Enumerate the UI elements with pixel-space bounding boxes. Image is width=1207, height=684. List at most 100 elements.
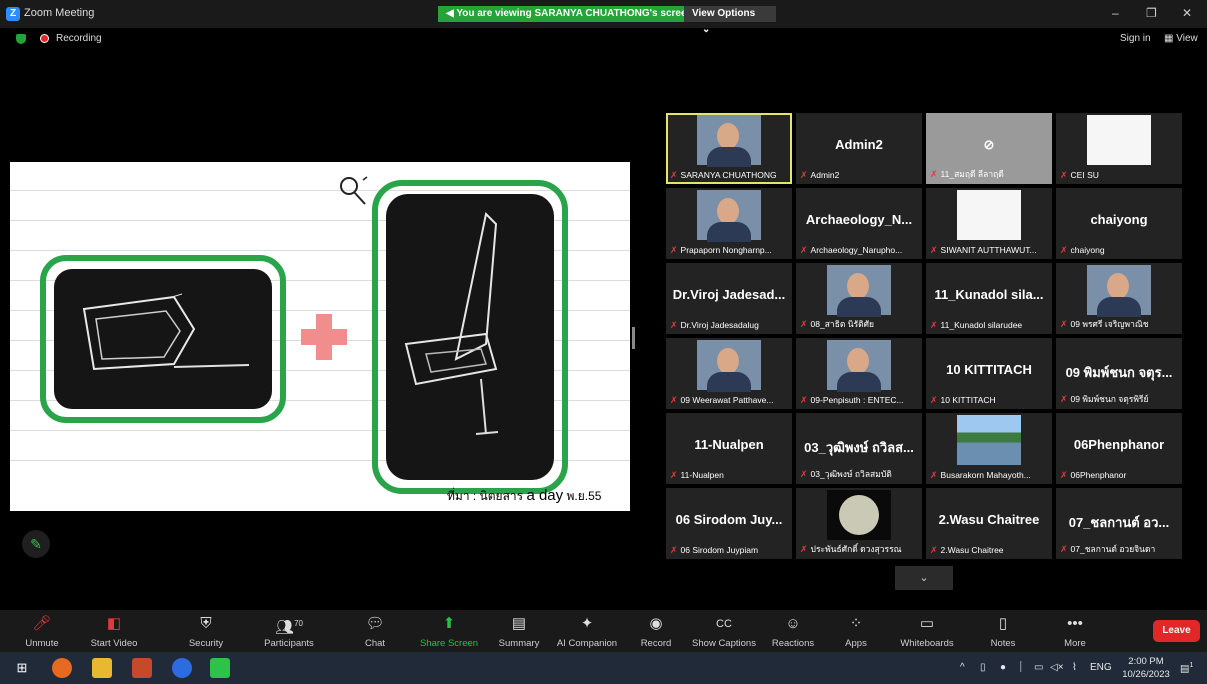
powerpoint-icon[interactable] xyxy=(132,658,152,678)
participant-tile[interactable]: 2.Wasu Chaitree ✗ 2.Wasu Chaitree xyxy=(926,488,1052,559)
participant-tile[interactable]: ✗ SARANYA CHUATHONG xyxy=(666,113,792,184)
share-screen-button[interactable]: ⬆ Share Screen xyxy=(419,610,479,652)
participant-tile[interactable]: Dr.Viroj Jadesad... ✗ Dr.Viroj Jadesadalug xyxy=(666,263,792,334)
close-button[interactable]: ✕ xyxy=(1182,6,1192,20)
participant-tile[interactable]: 06 Sirodom Juy... ✗ 06 Sirodom Juypiam xyxy=(666,488,792,559)
participant-name-label: ✗ 09 Weerawat Patthave... xyxy=(670,395,788,406)
participant-tile[interactable]: 03_วุฒิพงษ์ ถวิลส... ✗ 03_วุฒิพงษ์ ถวิลสมบ… xyxy=(796,413,922,484)
emoji-icon: ☺ xyxy=(785,615,801,632)
annotate-pen-icon[interactable]: ✎ xyxy=(22,530,50,558)
participant-name-label: ✗ Archaeology_Narupho... xyxy=(800,245,918,256)
participant-name-label: ✗ 2.Wasu Chaitree xyxy=(930,545,1048,556)
zoom-app-icon[interactable] xyxy=(172,658,192,678)
chat-button[interactable]: 💬︎ Chat xyxy=(360,610,390,652)
desk-sketch-frame xyxy=(40,255,286,423)
participant-name: 09 พรศรี เจริญพาณิช xyxy=(1070,319,1149,329)
minimize-button[interactable]: – xyxy=(1112,6,1119,20)
participant-name-label: ✗ 09 พิมพ์ชนก จตุรพิรีย์ xyxy=(1060,392,1178,406)
participant-tile[interactable]: Archaeology_N... ✗ Archaeology_Narupho... xyxy=(796,188,922,259)
whiteboard-icon: ▭ xyxy=(919,615,935,632)
battery-icon[interactable]: ▭ xyxy=(1034,662,1043,673)
participant-tile[interactable]: ✗ 08_สาธิต นิรัติศัย xyxy=(796,263,922,334)
more-button[interactable]: ••• More xyxy=(1060,610,1090,652)
view-options-button[interactable]: View Options ⌄ xyxy=(684,6,776,35)
sign-in-link[interactable]: Sign in xyxy=(1120,33,1151,44)
participant-tile[interactable]: ✗ Busarakorn Mahayoth... xyxy=(926,413,1052,484)
restore-button[interactable]: ❐ xyxy=(1146,6,1157,20)
participant-tile[interactable]: Admin2 ✗ Admin2 xyxy=(796,113,922,184)
system-clock[interactable]: 2:00 PM 10/26/2023 xyxy=(1118,655,1174,681)
next-page-button[interactable]: ⌄ xyxy=(895,566,953,590)
participant-name-label: ✗ 07_ชลกานต์ อวยจินดา xyxy=(1060,542,1178,556)
muted-mic-icon: ✗ xyxy=(1060,170,1068,180)
participant-display-name: 07_ชลกานต์ อว... xyxy=(1068,515,1170,530)
apps-button[interactable]: ⁘ Apps xyxy=(840,610,872,652)
view-button[interactable]: ▦ View xyxy=(1164,33,1198,44)
line-app-icon[interactable] xyxy=(210,658,230,678)
muted-mic-icon: ✗ xyxy=(670,545,678,555)
reactions-button[interactable]: ☺ Reactions xyxy=(770,610,816,652)
participant-display-name: Dr.Viroj Jadesad... xyxy=(672,287,786,302)
participant-video xyxy=(1087,265,1151,317)
participant-tile[interactable]: ✗ ประพันธ์ศักดิ์ ดวงสุวรรณ xyxy=(796,488,922,559)
leave-button[interactable]: Leave xyxy=(1153,620,1200,642)
tray-app-icon[interactable]: ▯ xyxy=(980,662,986,673)
start-video-button[interactable]: ◧ Start Video xyxy=(86,610,142,652)
participant-tile[interactable]: 11_Kunadol sila... ✗ 11_Kunadol silarudee xyxy=(926,263,1052,334)
participant-tile[interactable]: 09 พิมพ์ชนก จตุร... ✗ 09 พิมพ์ชนก จตุรพิรี… xyxy=(1056,338,1182,409)
participant-name: 11_Kunadol silarudee xyxy=(940,320,1023,330)
windows-start-icon[interactable]: ⊞ xyxy=(12,658,32,678)
participant-name-label: ✗ 06 Sirodom Juypiam xyxy=(670,545,788,556)
muted-mic-icon: ✗ xyxy=(930,545,938,555)
participant-tile[interactable]: ✗ Prapaporn Nongharnp... xyxy=(666,188,792,259)
participant-tile[interactable]: ✗ CEI SU xyxy=(1056,113,1182,184)
language-indicator[interactable]: ENG xyxy=(1090,662,1112,673)
participant-name: 06Phenphanor xyxy=(1070,470,1127,480)
unmute-button[interactable]: 🎤︎ Unmute xyxy=(20,610,64,652)
firefox-icon[interactable] xyxy=(52,658,72,678)
split-resize-handle[interactable] xyxy=(632,327,635,349)
whiteboards-button[interactable]: ▭ Whiteboards xyxy=(896,610,958,652)
ai-companion-button[interactable]: ✦ AI Companion xyxy=(554,610,620,652)
file-explorer-icon[interactable] xyxy=(92,658,112,678)
participants-button[interactable]: 👥︎70 Participants xyxy=(260,610,318,652)
volume-muted-icon[interactable]: ◁× xyxy=(1050,662,1064,673)
view-label: View xyxy=(1176,33,1198,44)
tray-chevron-up-icon[interactable]: ^ xyxy=(960,662,965,673)
participant-tile[interactable]: 11-Nualpen ✗ 11-Nualpen xyxy=(666,413,792,484)
meeting-toolbar: 🎤︎ Unmute ◧ Start Video ⛨ Security 👥︎70 … xyxy=(0,610,1207,652)
record-button[interactable]: ◉ Record xyxy=(638,610,674,652)
participant-tile[interactable]: ⊘ ✗ 11_สมฤดี ลีลาฤดี xyxy=(926,113,1052,184)
shield-icon: ⛨ xyxy=(200,615,212,632)
chat-icon: 💬︎ xyxy=(365,615,385,632)
participant-tile[interactable]: ✗ SIWANIT AUTTHAWUT... xyxy=(926,188,1052,259)
notes-button[interactable]: ▯ Notes xyxy=(986,610,1020,652)
participant-tile[interactable]: 10 KITTITACH ✗ 10 KITTITACH xyxy=(926,338,1052,409)
security-button[interactable]: ⛨ Security xyxy=(184,610,228,652)
muted-mic-icon: ✗ xyxy=(930,470,938,480)
participant-tile[interactable]: ✗ 09 Weerawat Patthave... xyxy=(666,338,792,409)
source-caption: ที่มา : นิตยสาร a day พ.ย.55 xyxy=(447,487,601,506)
participant-tile[interactable]: ✗ 09-Penpisuth : ENTEC... xyxy=(796,338,922,409)
participant-name: 09-Penpisuth : ENTEC... xyxy=(810,395,904,405)
tray-line-icon[interactable]: ● xyxy=(1000,662,1006,673)
notes-label: Notes xyxy=(990,638,1016,649)
participant-name-label: ✗ Dr.Viroj Jadesadalug xyxy=(670,320,788,331)
participant-tile[interactable]: chaiyong ✗ chaiyong xyxy=(1056,188,1182,259)
tray-mic-icon[interactable]: ⏐ xyxy=(1018,662,1024,673)
notes-icon: ▯ xyxy=(998,615,1008,632)
participant-tile[interactable]: 06Phenphanor ✗ 06Phenphanor xyxy=(1056,413,1182,484)
summary-button[interactable]: ▤ Summary xyxy=(496,610,542,652)
participant-tile[interactable]: ✗ 09 พรศรี เจริญพาณิช xyxy=(1056,263,1182,334)
show-captions-button[interactable]: CC Show Captions xyxy=(690,610,758,652)
wifi-icon[interactable]: ⌇ xyxy=(1072,662,1077,673)
plus-sign xyxy=(301,329,347,345)
participant-name-label: ✗ 10 KITTITACH xyxy=(930,395,1048,406)
chat-label: Chat xyxy=(364,638,386,649)
participant-tile[interactable]: 07_ชลกานต์ อว... ✗ 07_ชลกานต์ อวยจินดา xyxy=(1056,488,1182,559)
chair-sketch-drawing xyxy=(404,211,499,435)
encryption-shield-icon[interactable] xyxy=(16,34,26,44)
participant-name-label: ✗ 09-Penpisuth : ENTEC... xyxy=(800,395,918,406)
participant-name: 10 KITTITACH xyxy=(940,395,996,405)
notifications-icon[interactable]: ▤1 xyxy=(1180,662,1193,674)
